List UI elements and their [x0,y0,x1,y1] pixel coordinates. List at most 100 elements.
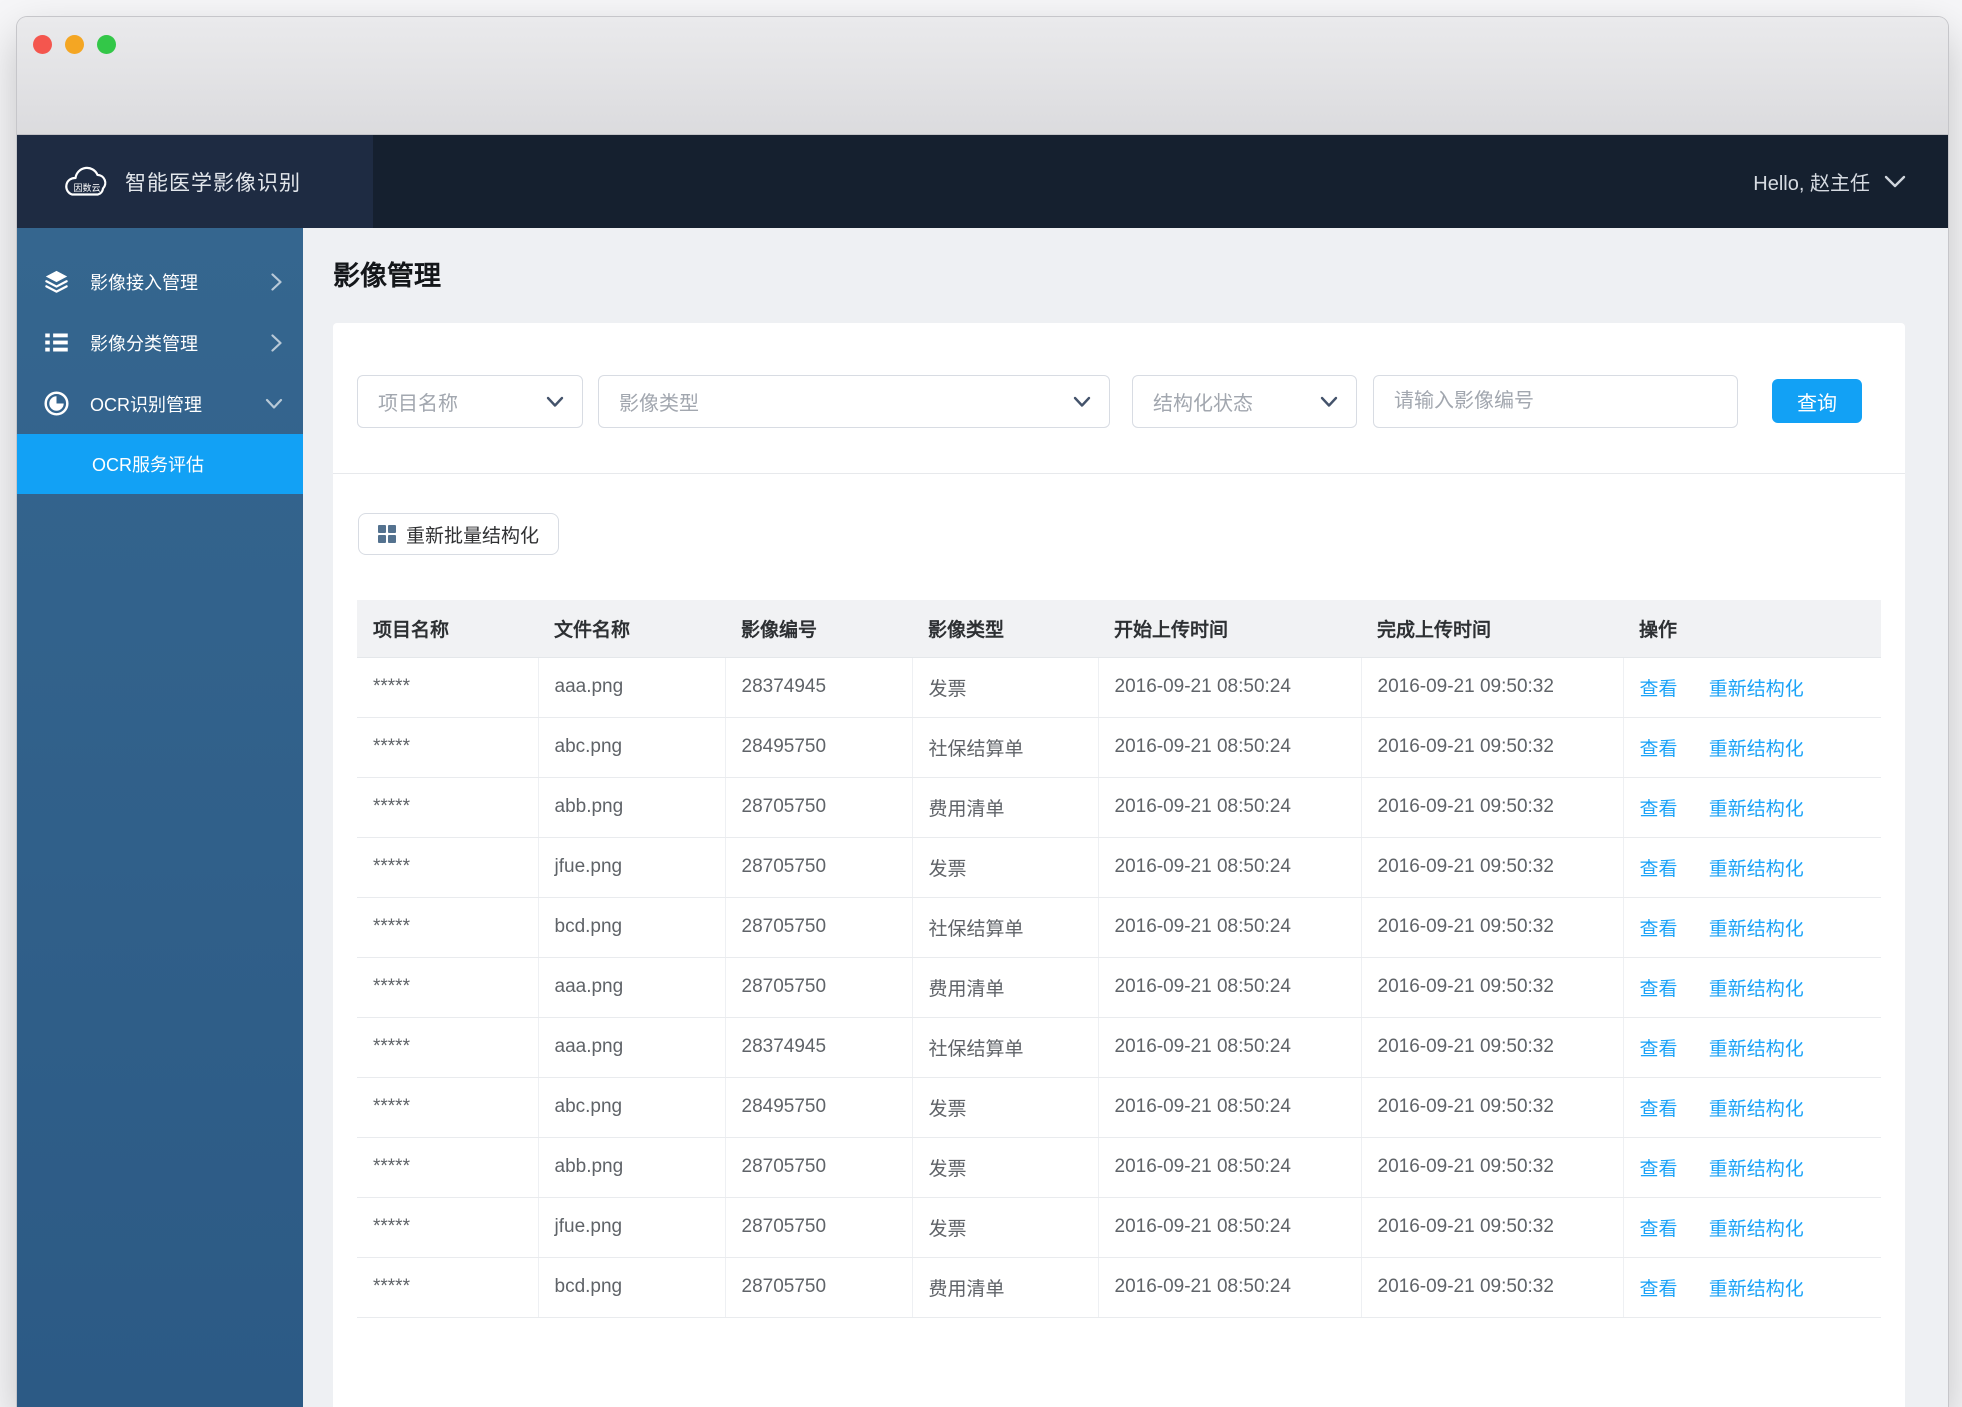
table-row: ***** abc.png 28495750 社保结算单 2016-09-21 08:5… [357,717,1881,778]
table-cell: bcd.png [538,1257,726,1318]
table-cell-actions: 查看 重新结构化 [1623,1017,1881,1078]
table-cell: ***** [357,717,539,778]
sidebar-item-label: OCR识别管理 [90,394,202,415]
table-cell: bcd.png [538,897,726,958]
restructure-link[interactable]: 重新结构化 [1709,859,1804,880]
chevron-down-icon [546,396,564,408]
table-cell: 2016-09-21 09:50:32 [1361,1197,1624,1258]
table-cell: 2016-09-21 09:50:32 [1361,717,1624,778]
app-window: 因数云 智能医学影像识别 Hello, 赵主任 影像接入管理 影像分类管理 OC… [17,17,1948,1407]
image-type-select[interactable]: 影像类型 [598,375,1110,428]
view-link[interactable]: 查看 [1640,859,1678,880]
table-cell: 28495750 [725,1077,913,1138]
view-link[interactable]: 查看 [1640,679,1678,700]
table-cell: 2016-09-21 08:50:24 [1098,837,1362,898]
batch-restructure-label: 重新批量结构化 [406,525,540,547]
project-name-select[interactable]: 项目名称 [357,375,583,428]
image-type-placeholder: 影像类型 [619,393,699,415]
layers-icon [40,268,73,295]
table-cell: 28705750 [725,1197,913,1258]
table-cell: ***** [357,1077,539,1138]
sidebar-item-0[interactable]: 影像接入管理 [17,251,303,312]
batch-restructure-button[interactable]: 重新批量结构化 [358,513,560,555]
table-cell: 2016-09-21 09:50:32 [1361,1257,1624,1318]
view-link[interactable]: 查看 [1640,1039,1678,1060]
minimize-button[interactable] [65,35,84,54]
view-link[interactable]: 查看 [1640,919,1678,940]
view-link[interactable]: 查看 [1640,1099,1678,1120]
restructure-link[interactable]: 重新结构化 [1709,1099,1804,1120]
user-greeting: Hello, 赵主任 [1753,173,1870,195]
sidebar-item-1[interactable]: 影像分类管理 [17,312,303,373]
table-header: 影像类型 [912,600,1098,658]
table-row: ***** abb.png 28705750 费用清单 2016-09-21 08:50… [357,777,1881,838]
structured-status-select[interactable]: 结构化状态 [1132,375,1357,428]
table-cell: 28705750 [725,777,913,838]
restructure-link[interactable]: 重新结构化 [1709,739,1804,760]
traffic-lights [33,35,116,54]
view-link[interactable]: 查看 [1640,979,1678,1000]
sidebar-subitem-ocr-service-eval[interactable]: OCR服务评估 [17,434,303,494]
table-cell: 28705750 [725,837,913,898]
restructure-link[interactable]: 重新结构化 [1709,799,1804,820]
table-cell-actions: 查看 重新结构化 [1623,657,1881,718]
restructure-link[interactable]: 重新结构化 [1709,679,1804,700]
search-button[interactable]: 查询 [1772,379,1862,423]
cloud-logo-icon: 因数云 [65,166,107,196]
sidebar-item-label: 影像分类管理 [90,333,198,354]
table-header: 影像编号 [725,600,912,658]
chevron-right-icon [270,333,283,353]
titlebar [17,17,1948,135]
restructure-link[interactable]: 重新结构化 [1709,1219,1804,1240]
view-link[interactable]: 查看 [1640,1279,1678,1300]
table-cell-actions: 查看 重新结构化 [1623,1257,1881,1318]
table-row: ***** aaa.png 28705750 费用清单 2016-09-21 08:50… [357,957,1881,1018]
page-title: 影像管理 [333,261,441,291]
table-cell: 发票 [912,1137,1099,1198]
image-id-input[interactable] [1373,375,1738,428]
close-button[interactable] [33,35,52,54]
table-cell-actions: 查看 重新结构化 [1623,1077,1881,1138]
view-link[interactable]: 查看 [1640,1159,1678,1180]
restructure-link[interactable]: 重新结构化 [1709,1159,1804,1180]
table-cell: 2016-09-21 09:50:32 [1361,1137,1624,1198]
sidebar-item-2[interactable]: OCR识别管理 [17,373,303,434]
chevron-down-icon [1320,396,1338,408]
view-link[interactable]: 查看 [1640,1219,1678,1240]
table-cell: 2016-09-21 09:50:32 [1361,957,1624,1018]
zoom-button[interactable] [97,35,116,54]
table-row: ***** aaa.png 28374945 社保结算单 2016-09-21 08:5… [357,1017,1881,1078]
sidebar: 影像接入管理 影像分类管理 OCR识别管理 OCR服务评估 [17,228,303,1407]
table-header: 项目名称 [357,600,538,658]
table-cell: ***** [357,837,539,898]
table-cell: abb.png [538,777,726,838]
table-cell: aaa.png [538,957,726,1018]
logo-block: 因数云 智能医学影像识别 [17,135,373,228]
table-cell: 2016-09-21 08:50:24 [1098,1257,1362,1318]
restructure-link[interactable]: 重新结构化 [1709,1039,1804,1060]
chevron-down-icon [1073,396,1091,408]
table-cell: 28705750 [725,957,913,1018]
chevron-right-icon [270,272,283,292]
table-cell: 28705750 [725,1137,913,1198]
table-cell: 28374945 [725,657,913,718]
restructure-link[interactable]: 重新结构化 [1709,919,1804,940]
table-cell: 2016-09-21 08:50:24 [1098,1077,1362,1138]
table-cell: 发票 [912,837,1099,898]
table-cell-actions: 查看 重新结构化 [1623,1197,1881,1258]
restructure-link[interactable]: 重新结构化 [1709,1279,1804,1300]
table-cell: 2016-09-21 08:50:24 [1098,777,1362,838]
table-header: 开始上传时间 [1098,600,1361,658]
table-cell: jfue.png [538,1197,726,1258]
restructure-link[interactable]: 重新结构化 [1709,979,1804,1000]
content-card: 项目名称 影像类型 结构化状态 请输入影像编号 查询 重新批量结构化 项目名称 … [333,323,1905,1407]
table-cell: ***** [357,1137,539,1198]
clock-icon [40,390,73,417]
table-cell: ***** [357,897,539,958]
view-link[interactable]: 查看 [1640,739,1678,760]
view-link[interactable]: 查看 [1640,799,1678,820]
table-cell-actions: 查看 重新结构化 [1623,777,1881,838]
table-cell: 2016-09-21 09:50:32 [1361,897,1624,958]
user-menu[interactable]: Hello, 赵主任 [1753,135,1948,228]
table-cell: 社保结算单 [912,897,1099,958]
